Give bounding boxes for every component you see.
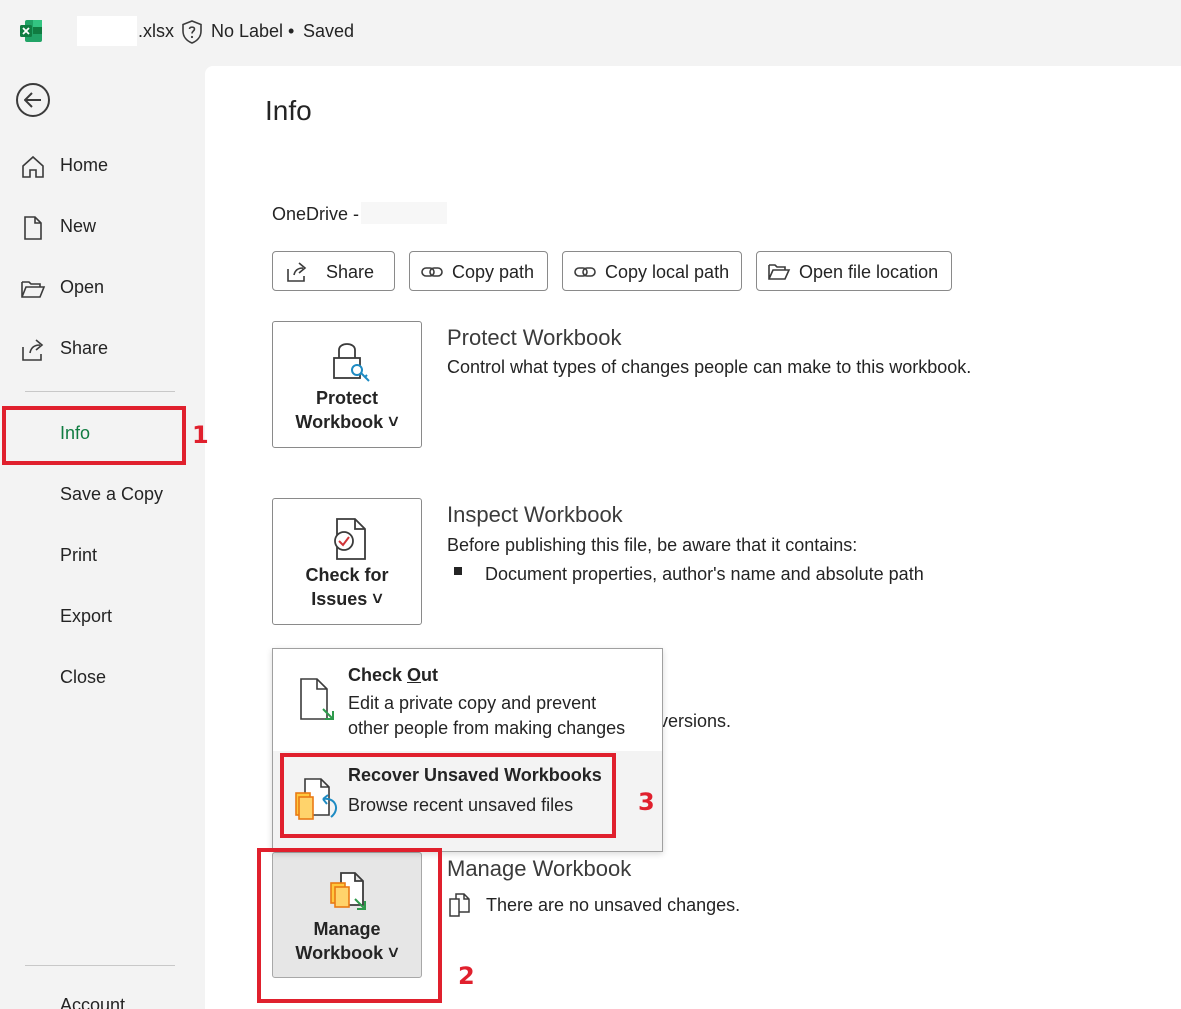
title-bar: .xlsx No Label • Saved <box>0 0 1181 64</box>
excel-icon[interactable] <box>19 19 43 43</box>
annotation-box-1 <box>2 406 186 465</box>
share-button[interactable]: Share <box>272 251 395 291</box>
sensitivity-label[interactable]: No Label <box>211 21 283 42</box>
protect-workbook-label: Protect Workbook ˅ <box>295 388 399 432</box>
save-status[interactable]: Saved <box>303 21 354 42</box>
title-separator: • <box>288 21 295 41</box>
sidebar-item-export[interactable]: Export <box>0 595 200 639</box>
page-title: Info <box>265 95 312 126</box>
annotation-number-3: 3 <box>638 788 655 816</box>
lock-key-icon <box>333 343 370 382</box>
sidebar-item-save-a-copy[interactable]: Save a Copy <box>0 473 200 517</box>
protect-workbook-button[interactable]: Protect Workbook ˅ <box>272 321 422 448</box>
sidebar-item-label: Open <box>60 277 105 297</box>
annotation-number-1: 1 <box>192 421 209 449</box>
protect-workbook-heading: Protect Workbook <box>447 325 622 350</box>
inspect-workbook-heading: Inspect Workbook <box>447 502 623 527</box>
copy-local-path-label: Copy local path <box>605 262 730 282</box>
sidebar-divider <box>25 391 175 392</box>
redacted-workbook-name <box>258 157 381 190</box>
inspect-workbook-description: Before publishing this file, be aware th… <box>447 535 858 555</box>
home-icon <box>22 155 44 178</box>
bullet-marker <box>454 567 462 575</box>
folder-open-icon <box>768 264 791 280</box>
inspect-bullet-text: Document properties, author's name and a… <box>485 564 924 584</box>
sidebar-item-label: Print <box>60 545 98 565</box>
sidebar-item-print[interactable]: Print <box>0 534 200 578</box>
redacted-filename <box>77 16 137 46</box>
link-icon <box>574 267 596 277</box>
protect-workbook-description: Control what types of changes people can… <box>447 357 972 377</box>
share-button-label: Share <box>326 262 375 282</box>
sidebar-item-new[interactable]: New <box>0 205 200 249</box>
share-icon <box>22 339 44 361</box>
open-file-location-label: Open file location <box>799 262 939 282</box>
redacted-location <box>361 202 447 224</box>
copy-path-button[interactable]: Copy path <box>409 251 548 291</box>
sidebar-item-label: Account <box>60 995 126 1009</box>
copy-path-label: Copy path <box>452 262 535 282</box>
sidebar-item-label: Home <box>60 155 109 175</box>
check-for-issues-label: Check for Issues ˅ <box>305 565 389 609</box>
link-icon <box>421 267 443 277</box>
manage-workbook-heading: Manage Workbook <box>447 856 632 881</box>
annotation-box-3 <box>280 753 616 838</box>
folder-open-icon <box>21 281 46 298</box>
check-out-description: Edit a private copy and prevent other pe… <box>348 693 626 738</box>
manage-workbook-description: There are no unsaved changes. <box>486 895 741 915</box>
open-file-location-button[interactable]: Open file location <box>756 251 952 291</box>
sidebar-item-label: New <box>60 216 97 236</box>
sidebar-item-open[interactable]: Open <box>0 266 200 310</box>
annotation-number-2: 2 <box>458 962 475 990</box>
share-icon <box>287 262 307 282</box>
check-out-icon <box>300 678 334 720</box>
sidebar-item-close[interactable]: Close <box>0 656 200 700</box>
sidebar-divider <box>25 965 175 966</box>
copy-local-path-button[interactable]: Copy local path <box>562 251 742 291</box>
sidebar-item-label: Save a Copy <box>60 484 164 504</box>
check-out-title: Check Out <box>348 665 439 685</box>
menu-item-check-out[interactable]: Check Out Edit a private copy and preven… <box>273 649 662 749</box>
sidebar-item-label: Share <box>60 338 109 358</box>
sidebar-item-label: Export <box>60 606 113 626</box>
documents-icon <box>449 893 470 917</box>
file-location: OneDrive - <box>272 204 360 224</box>
back-button[interactable] <box>16 83 50 117</box>
inspect-document-icon <box>334 518 366 560</box>
shield-question-icon[interactable] <box>181 20 203 44</box>
sidebar-item-share[interactable]: Share <box>0 327 200 371</box>
check-for-issues-button[interactable]: Check for Issues ˅ <box>272 498 422 625</box>
sidebar-item-home[interactable]: Home <box>0 144 200 188</box>
sidebar-item-account[interactable]: Account <box>0 984 200 1009</box>
versions-text-fragment: versions. <box>659 711 732 731</box>
sidebar-item-label: Close <box>60 667 107 687</box>
new-document-icon <box>24 216 42 240</box>
file-extension: .xlsx <box>138 21 174 41</box>
annotation-box-2 <box>257 848 442 1003</box>
arrow-left-icon <box>24 92 41 108</box>
